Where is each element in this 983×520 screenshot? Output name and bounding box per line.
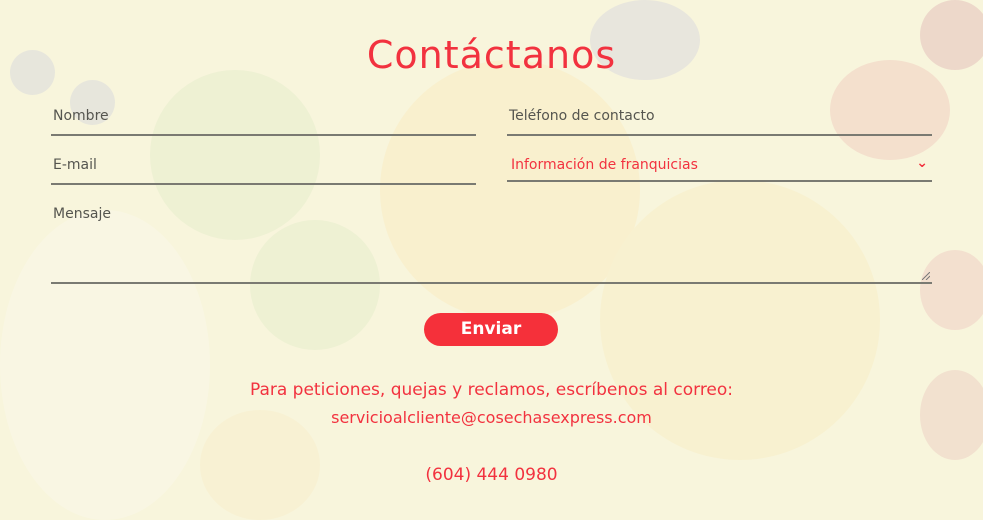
name-placeholder: Nombre [53,108,109,124]
phone-placeholder: Teléfono de contacto [509,108,655,124]
email-input[interactable]: E-mail [51,157,476,185]
contact-phone: (604) 444 0980 [425,465,558,485]
email-placeholder: E-mail [53,157,97,173]
phone-input[interactable]: Teléfono de contacto [507,108,932,136]
subject-select[interactable]: Información de franquicias ⌄ [507,155,932,182]
contact-email-link[interactable]: servicioalcliente@cosechasexpress.com [0,408,983,427]
chevron-down-icon: ⌄ [916,155,928,171]
submit-button[interactable]: Enviar [424,313,558,346]
message-textarea[interactable]: Mensaje [51,206,932,284]
resize-handle-icon[interactable] [922,272,930,280]
name-input[interactable]: Nombre [51,108,476,136]
message-placeholder: Mensaje [53,206,111,222]
subject-selected-value: Información de franquicias [511,157,698,173]
pqr-text: Para peticiones, quejas y reclamos, escr… [249,380,734,400]
page-title: Contáctanos [366,33,617,78]
